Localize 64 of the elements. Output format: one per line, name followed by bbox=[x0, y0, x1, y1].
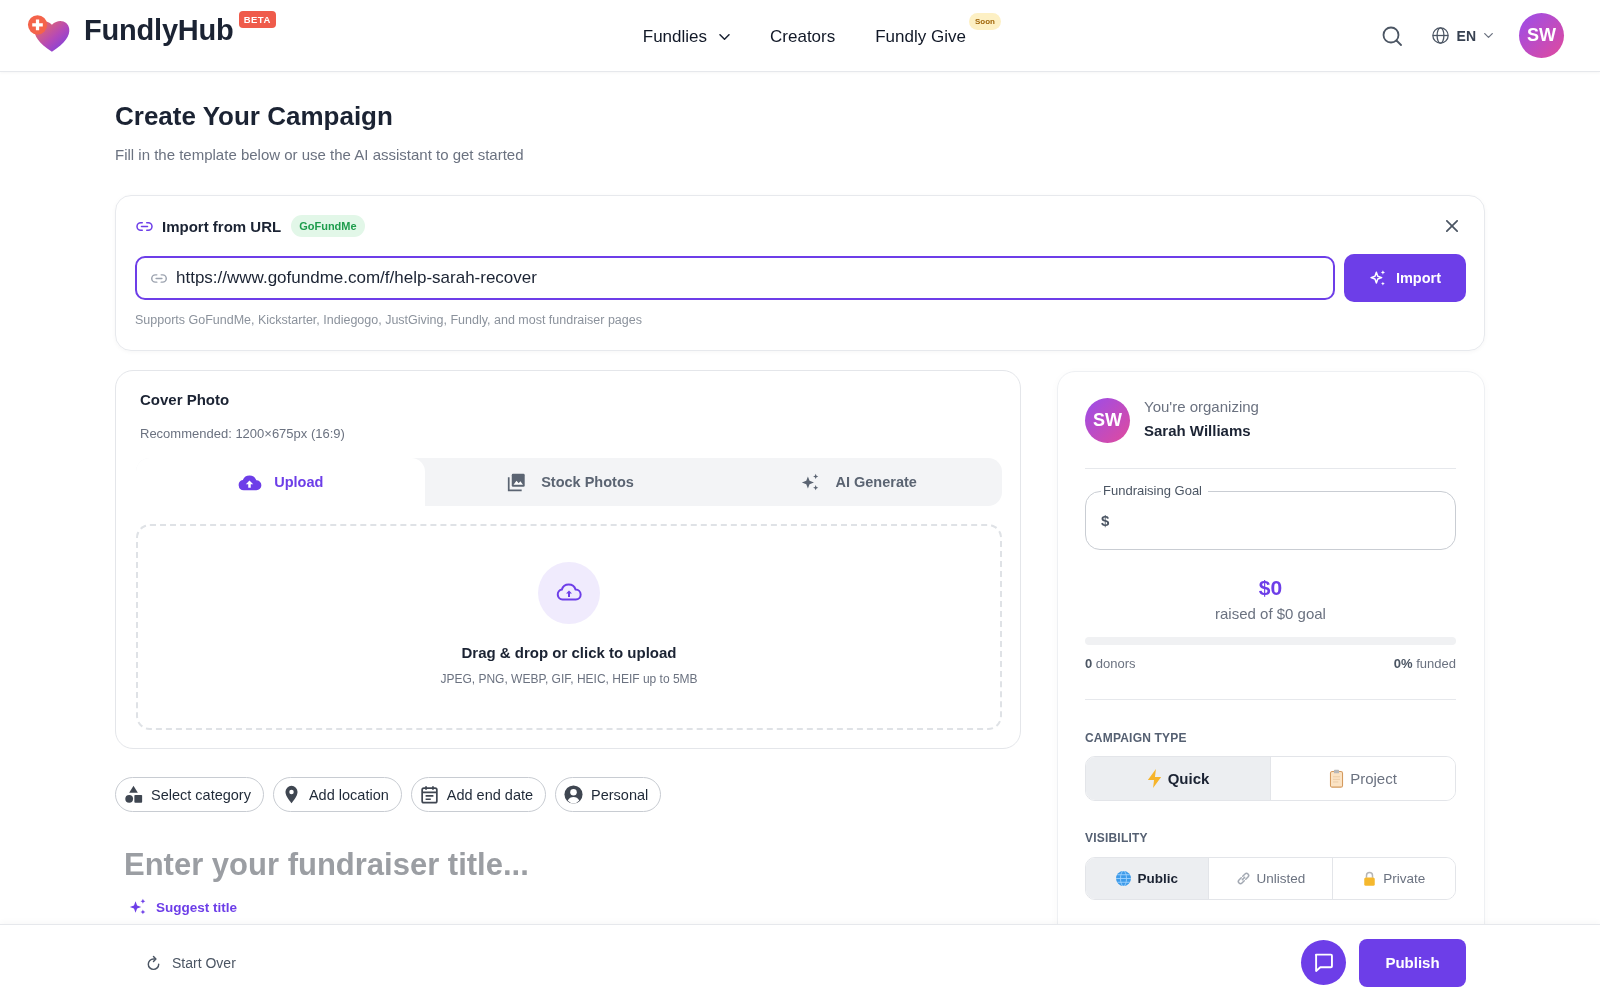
visibility-option[interactable]: Public bbox=[1086, 858, 1209, 899]
type-option[interactable]: Project bbox=[1270, 757, 1455, 800]
soon-badge: Soon bbox=[968, 13, 1001, 30]
link-icon bbox=[1235, 871, 1251, 886]
raised-amount: $0 bbox=[1257, 575, 1284, 601]
currency-prefix: $ bbox=[1101, 511, 1110, 529]
globe-icon bbox=[1116, 871, 1132, 886]
section-title: Cover Photo bbox=[140, 390, 231, 410]
user-avatar[interactable]: SW bbox=[1519, 13, 1564, 58]
page-title: Create Your Campaign bbox=[115, 100, 394, 132]
nav-link[interactable]: Fundly Give bbox=[875, 26, 966, 47]
funded-percent: 0% funded bbox=[1393, 655, 1456, 673]
nav-link[interactable]: Fundlies bbox=[642, 26, 731, 47]
sparkles-icon bbox=[129, 898, 147, 916]
user-circle-icon bbox=[564, 785, 584, 804]
language-selector[interactable]: EN bbox=[1431, 27, 1493, 44]
search-icon[interactable] bbox=[1381, 25, 1402, 46]
link-icon bbox=[136, 221, 153, 231]
chat-button[interactable] bbox=[1301, 940, 1346, 985]
source-tab[interactable]: AI Generate bbox=[713, 458, 1002, 506]
chat-icon bbox=[1314, 953, 1333, 972]
nav-link[interactable]: Creators bbox=[770, 26, 836, 47]
source-tab[interactable]: Stock Photos bbox=[424, 458, 714, 506]
shapes-icon bbox=[124, 785, 143, 804]
dropzone-title: Drag & drop or click to upload bbox=[461, 643, 677, 663]
publish-button[interactable]: Publish bbox=[1359, 938, 1466, 987]
size-recommendation: Recommended: 1200×675px (16:9) bbox=[140, 425, 346, 443]
url-field[interactable]: https://www.gofundme.com/f/help-sarah-recover bbox=[135, 256, 1335, 300]
beta-badge: BETA bbox=[238, 11, 276, 28]
suggest-title-button[interactable]: Suggest title bbox=[129, 898, 237, 916]
source-tab[interactable]: Upload bbox=[136, 458, 425, 506]
chevron-icon bbox=[1484, 33, 1493, 38]
organizer-caption: You're organizing bbox=[1144, 397, 1259, 416]
lock-icon bbox=[1362, 871, 1378, 886]
cloud-upload-icon bbox=[538, 562, 600, 624]
section-label: VISIBILITY bbox=[1085, 830, 1149, 846]
calendar-icon bbox=[419, 785, 439, 804]
link-icon bbox=[151, 274, 167, 283]
import-title: Import from URL bbox=[162, 217, 282, 235]
raised-caption: raised of $0 goal bbox=[1214, 604, 1327, 624]
source-badge: GoFundMe bbox=[291, 215, 365, 237]
field-label: Fundraising Goal bbox=[1102, 483, 1203, 499]
refresh-icon bbox=[146, 954, 161, 971]
chevron-icon bbox=[719, 33, 731, 40]
upload-dropzone[interactable]: Drag & drop or click to upload JPEG, PNG, WEBP, GIF, HEIC, HEIF up to 5MB bbox=[136, 524, 1002, 730]
lightning-icon bbox=[1146, 769, 1162, 788]
type-option[interactable]: Quick bbox=[1086, 757, 1270, 800]
organizer-name: Sarah Williams bbox=[1144, 421, 1252, 440]
import-button[interactable]: Import bbox=[1344, 254, 1466, 302]
title-field[interactable]: Enter your fundraiser title... bbox=[115, 842, 1021, 888]
page-subtitle: Fill in the template below or use the AI assistant to get started bbox=[115, 145, 525, 165]
globe-icon bbox=[1431, 27, 1449, 44]
close-icon[interactable] bbox=[1446, 220, 1458, 232]
start-over-button[interactable]: Start Over bbox=[146, 954, 236, 971]
visibility-option[interactable]: Private bbox=[1331, 858, 1455, 899]
import-hint: Supports GoFundMe, Kickstarter, Indiegogo, JustGiving, Fundly, and most fundraiser pages bbox=[135, 312, 643, 328]
brand-name[interactable]: FundlyHub bbox=[84, 14, 234, 47]
clipboard-icon bbox=[1329, 769, 1345, 788]
file-formats: JPEG, PNG, WEBP, GIF, HEIC, HEIF up to 5MB bbox=[440, 671, 698, 687]
donor-count: 0 donors bbox=[1085, 655, 1136, 673]
organizer-avatar: SW bbox=[1085, 398, 1130, 443]
goal-field[interactable]: Fundraising Goal $ bbox=[1085, 483, 1456, 550]
section-label: CAMPAIGN TYPE bbox=[1085, 730, 1188, 746]
sparkle-icon bbox=[1368, 269, 1387, 287]
